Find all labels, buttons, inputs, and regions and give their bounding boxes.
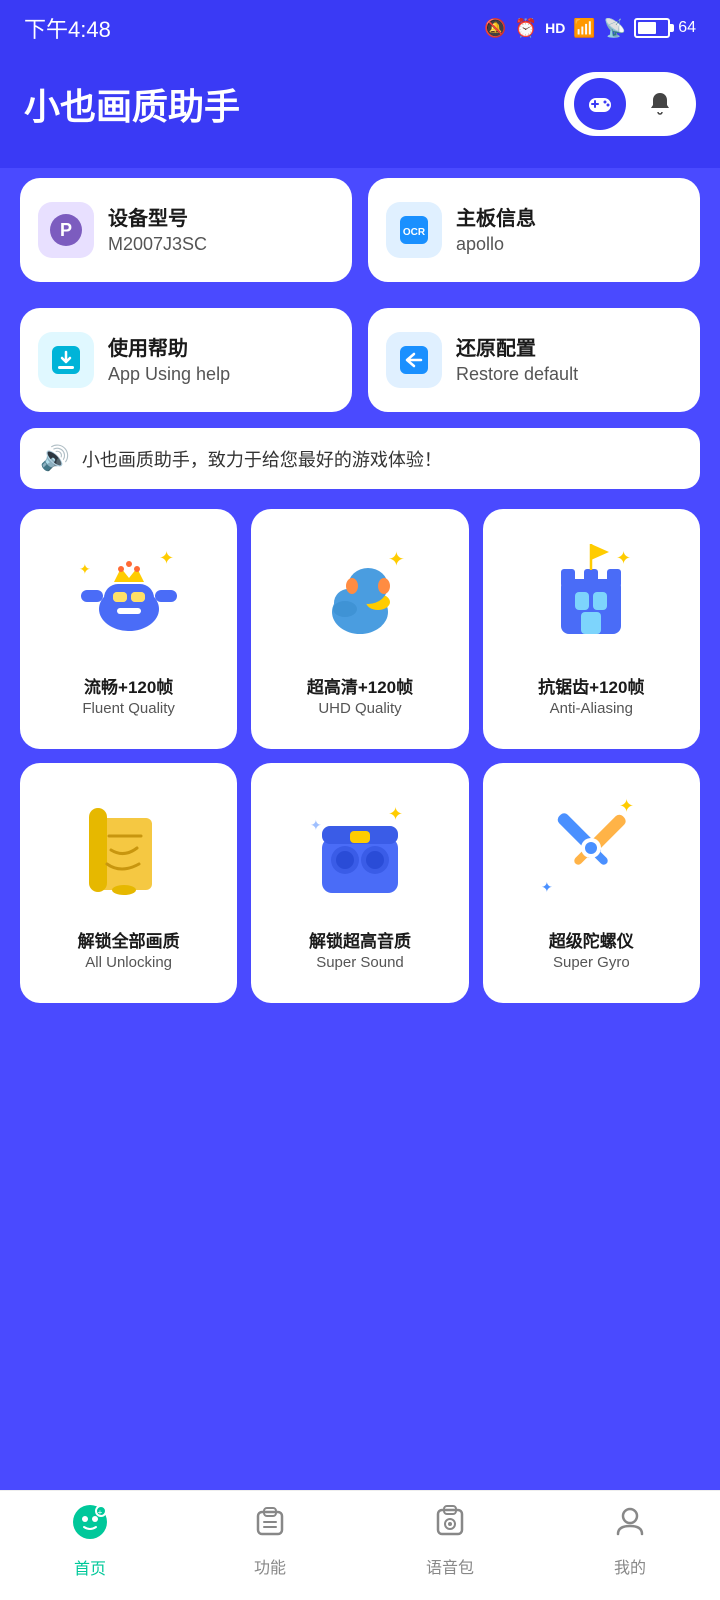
nav-voice-pack-icon <box>432 1504 468 1548</box>
battery-percent: 64 <box>678 19 696 37</box>
device-model-icon: P <box>38 202 94 258</box>
anti-aliasing-cn: 抗锯齿+120帧 <box>538 673 644 698</box>
super-gyro-cn: 超级陀螺仪 <box>549 927 634 952</box>
device-model-value: M2007J3SC <box>108 234 207 255</box>
anti-aliasing-img: ✦ <box>526 529 656 659</box>
status-icons: 🔕 ⏰ HD 📶 📡 64 <box>484 18 696 39</box>
super-sound-card[interactable]: ✦ ✦ 解锁超高音质 Super Sound <box>251 763 468 1003</box>
restore-title: 还原配置 <box>456 336 578 362</box>
header-buttons <box>564 72 696 136</box>
svg-text:✦: ✦ <box>310 817 322 833</box>
info-cards-row1: P 设备型号 M2007J3SC OCR 主板信息 apollo <box>20 168 700 282</box>
svg-text:✦: ✦ <box>159 548 174 568</box>
nav-mine[interactable]: 我的 <box>540 1504 720 1578</box>
uhd-quality-img: ✦ <box>295 529 425 659</box>
bottom-nav: + 首页 功能 语音包 <box>0 1490 720 1600</box>
fluent-quality-cn: 流畅+120帧 <box>84 673 173 698</box>
restore-sub: Restore default <box>456 364 578 385</box>
announcement-bar: 🔊 小也画质助手，致力于给您最好的游戏体验！ <box>20 428 700 489</box>
fluent-quality-en: Fluent Quality <box>82 700 175 717</box>
wifi-icon: 📡 <box>604 18 626 39</box>
all-unlocking-card[interactable]: 解锁全部画质 All Unlocking <box>20 763 237 1003</box>
svg-text:✦: ✦ <box>388 549 405 571</box>
fluent-quality-img: ✦ ✦ <box>64 529 194 659</box>
motherboard-text: 主板信息 apollo <box>456 206 536 255</box>
signal-icon: 📶 <box>573 18 595 39</box>
main-content: P 设备型号 M2007J3SC OCR 主板信息 apollo <box>0 168 720 1548</box>
anti-aliasing-card[interactable]: ✦ 抗锯齿+120帧 Anti-Aliasing <box>483 509 700 749</box>
svg-text:+: + <box>98 1508 103 1517</box>
fluent-quality-card[interactable]: ✦ ✦ 流畅+120帧 Fluent Quality <box>20 509 237 749</box>
bell-icon <box>645 89 675 119</box>
svg-text:OCR: OCR <box>403 227 426 238</box>
app-help-sub: App Using help <box>108 364 230 385</box>
super-sound-en: Super Sound <box>316 954 404 971</box>
anti-aliasing-en: Anti-Aliasing <box>550 700 633 717</box>
svg-text:✦: ✦ <box>541 879 553 895</box>
bell-button[interactable] <box>634 78 686 130</box>
app-help-title: 使用帮助 <box>108 336 230 362</box>
svg-text:✦: ✦ <box>79 561 91 577</box>
nav-function[interactable]: 功能 <box>180 1504 360 1578</box>
status-time: 下午4:48 <box>24 12 111 44</box>
nav-mine-icon <box>612 1504 648 1548</box>
battery-fill <box>638 22 656 34</box>
all-unlocking-en: All Unlocking <box>85 954 172 971</box>
action-cards-row: 使用帮助 App Using help 还原配置 Restore default <box>20 298 700 412</box>
restore-default-card[interactable]: 还原配置 Restore default <box>368 308 700 412</box>
uhd-quality-card[interactable]: ✦ 超高清+120帧 UHD Quality <box>251 509 468 749</box>
device-model-title: 设备型号 <box>108 206 207 232</box>
svg-text:✦: ✦ <box>616 548 631 568</box>
motherboard-value: apollo <box>456 234 536 255</box>
restore-text: 还原配置 Restore default <box>456 336 578 385</box>
nav-function-icon <box>252 1504 288 1548</box>
nav-voice-pack[interactable]: 语音包 <box>360 1504 540 1578</box>
motherboard-title: 主板信息 <box>456 206 536 232</box>
uhd-quality-cn: 超高清+120帧 <box>307 673 413 698</box>
nav-home-label: 首页 <box>74 1555 106 1579</box>
device-model-text: 设备型号 M2007J3SC <box>108 206 207 255</box>
status-bar: 下午4:48 🔕 ⏰ HD 📶 📡 64 <box>0 0 720 56</box>
nav-home-icon: + <box>71 1503 109 1549</box>
super-gyro-img: ✦ ✦ <box>526 783 656 913</box>
nav-function-label: 功能 <box>254 1554 286 1578</box>
motherboard-card[interactable]: OCR 主板信息 apollo <box>368 178 700 282</box>
game-button[interactable] <box>574 78 626 130</box>
announcement-text: 小也画质助手，致力于给您最好的游戏体验！ <box>82 446 442 472</box>
app-help-icon <box>38 332 94 388</box>
super-gyro-en: Super Gyro <box>553 954 630 971</box>
super-sound-cn: 解锁超高音质 <box>309 927 411 952</box>
nav-voice-pack-label: 语音包 <box>426 1554 474 1578</box>
uhd-quality-en: UHD Quality <box>318 700 401 717</box>
announce-icon: 🔊 <box>40 444 70 473</box>
all-unlocking-img <box>64 783 194 913</box>
super-sound-img: ✦ ✦ <box>295 783 425 913</box>
hd-icon: HD <box>545 20 565 36</box>
super-gyro-card[interactable]: ✦ ✦ 超级陀螺仪 Super Gyro <box>483 763 700 1003</box>
nav-home[interactable]: + 首页 <box>0 1503 180 1579</box>
device-model-card[interactable]: P 设备型号 M2007J3SC <box>20 178 352 282</box>
motherboard-icon: OCR <box>386 202 442 258</box>
svg-text:✦: ✦ <box>619 796 634 816</box>
app-help-text: 使用帮助 App Using help <box>108 336 230 385</box>
mute-icon: 🔕 <box>484 18 506 39</box>
header: 小也画质助手 <box>0 56 720 168</box>
restore-icon <box>386 332 442 388</box>
all-unlocking-cn: 解锁全部画质 <box>78 927 180 952</box>
alarm-icon: ⏰ <box>515 18 537 39</box>
feature-grid: ✦ ✦ 流畅+120帧 Fluent Quality <box>20 509 700 1003</box>
app-help-card[interactable]: 使用帮助 App Using help <box>20 308 352 412</box>
svg-text:P: P <box>60 220 72 240</box>
app-title: 小也画质助手 <box>24 78 240 130</box>
battery-icon <box>634 18 670 38</box>
svg-text:✦: ✦ <box>388 804 403 824</box>
nav-mine-label: 我的 <box>614 1554 646 1578</box>
gamepad-icon <box>585 89 615 119</box>
